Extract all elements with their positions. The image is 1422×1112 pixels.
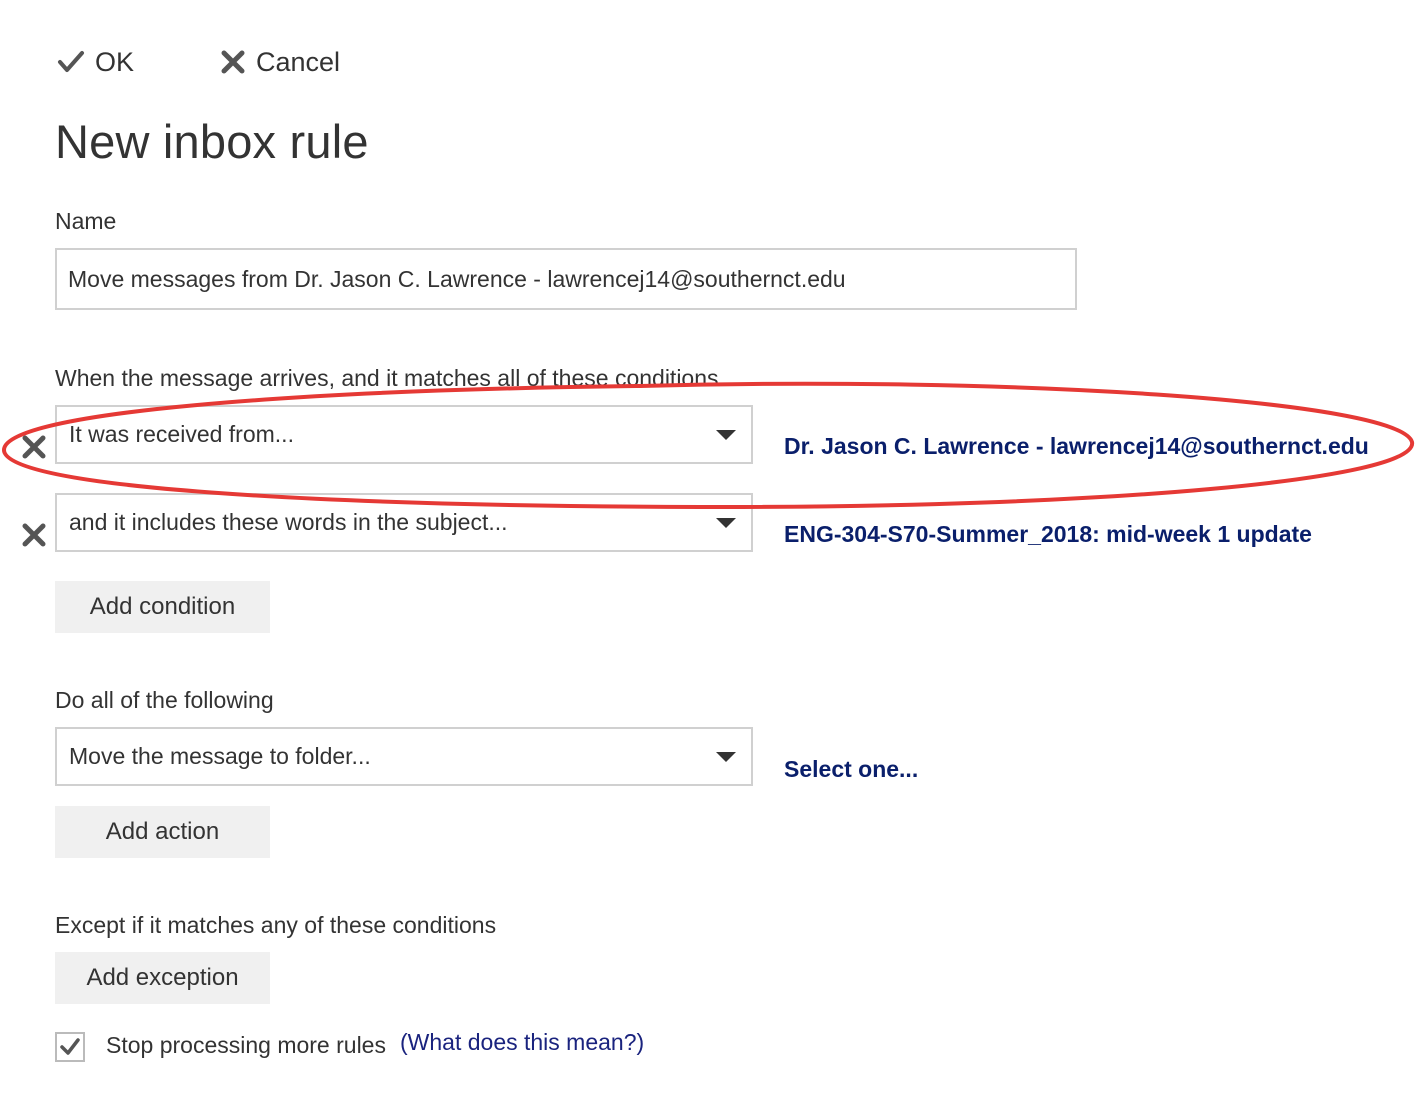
remove-x-icon	[22, 435, 46, 459]
action-1-value-link[interactable]: Select one...	[784, 756, 918, 783]
condition-1-value-link[interactable]: Dr. Jason C. Lawrence - lawrencej14@sout…	[784, 433, 1369, 460]
condition-2-value-link[interactable]: ENG-304-S70-Summer_2018: mid-week 1 upda…	[784, 521, 1312, 548]
stop-processing-checkbox[interactable]	[55, 1032, 85, 1062]
condition-2-select[interactable]: and it includes these words in the subje…	[55, 493, 753, 552]
stop-processing-label: Stop processing more rules	[106, 1032, 386, 1058]
close-icon	[220, 49, 246, 75]
conditions-label: When the message arrives, and it matches…	[55, 365, 719, 391]
what-does-this-mean-link[interactable]: (What does this mean?)	[400, 1029, 644, 1056]
action-1-select[interactable]: Move the message to folder...	[55, 727, 753, 786]
caret-down-icon	[716, 517, 736, 528]
action-1-select-value: Move the message to folder...	[69, 743, 371, 769]
add-condition-button[interactable]: Add condition	[55, 581, 270, 633]
caret-down-icon	[716, 751, 736, 762]
page-title: New inbox rule	[55, 115, 369, 168]
cancel-label: Cancel	[256, 46, 341, 77]
actions-label: Do all of the following	[55, 687, 274, 713]
rule-name-input[interactable]	[55, 248, 1077, 310]
exceptions-label: Except if it matches any of these condit…	[55, 912, 497, 938]
checkmark-icon	[60, 1038, 80, 1055]
name-label: Name	[55, 208, 117, 234]
remove-condition-2-button[interactable]	[21, 522, 47, 548]
ok-label: OK	[95, 46, 135, 77]
ok-button[interactable]: OK	[57, 40, 134, 84]
condition-2-select-value: and it includes these words in the subje…	[69, 509, 508, 535]
condition-1-select-value: It was received from...	[69, 421, 294, 447]
condition-1-select[interactable]: It was received from...	[55, 405, 753, 464]
checkmark-icon	[57, 49, 85, 75]
cancel-button[interactable]: Cancel	[220, 40, 340, 84]
caret-down-icon	[716, 429, 736, 440]
add-action-button[interactable]: Add action	[55, 806, 270, 858]
remove-condition-1-button[interactable]	[21, 434, 47, 460]
remove-x-icon	[22, 523, 46, 547]
add-exception-button[interactable]: Add exception	[55, 952, 270, 1004]
